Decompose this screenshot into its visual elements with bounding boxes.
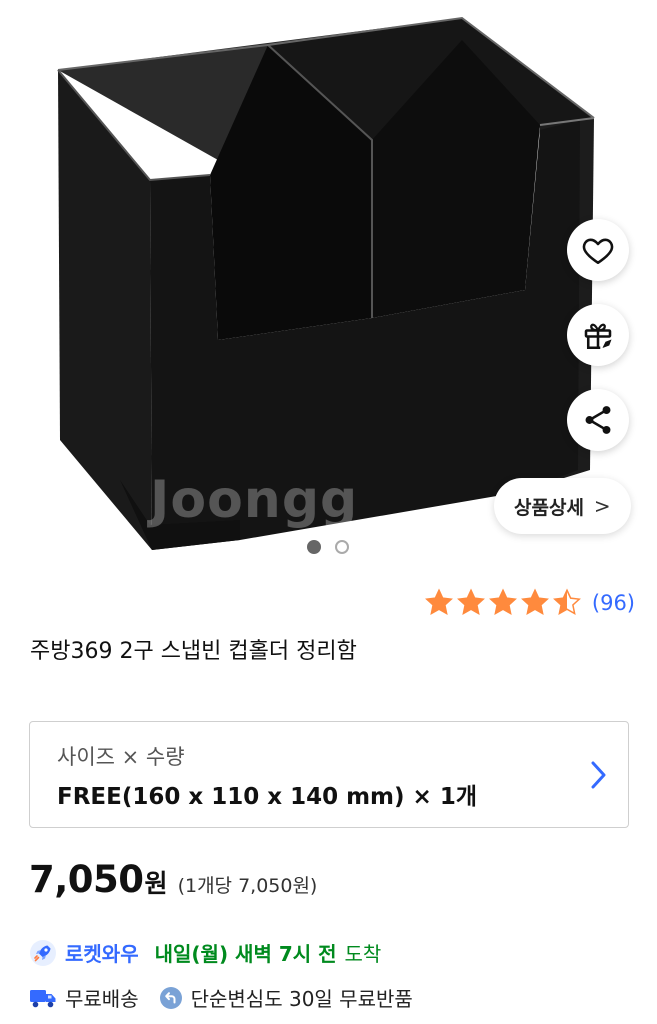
star-icon (456, 588, 485, 615)
star-icon (520, 588, 549, 615)
carousel-dot-2[interactable] (335, 540, 349, 554)
price-currency: 원 (144, 869, 168, 898)
star-icon (424, 588, 453, 615)
unit-price: (1개당 7,050원) (177, 875, 318, 897)
product-rating[interactable]: (96) (424, 588, 635, 618)
chevron-right-icon: > (593, 494, 611, 518)
product-detail-label: 상품상세 (514, 496, 584, 519)
star-icon (488, 588, 517, 615)
return-icon (159, 986, 182, 1009)
carousel-indicator (307, 540, 349, 554)
truck-icon (30, 989, 56, 1007)
gift-rocket-icon (584, 323, 612, 350)
watermark: Joongg (150, 470, 359, 530)
carousel-dot-1[interactable] (307, 540, 321, 554)
free-return: 단순변심도 30일 무료반품 (159, 983, 413, 1012)
review-count-link[interactable]: (96) (592, 591, 635, 615)
product-detail-button[interactable]: 상품상세 > (494, 478, 631, 534)
option-selector[interactable]: 사이즈 × 수량 FREE(160 x 110 x 140 mm) × 1개 (29, 721, 629, 828)
share-button[interactable] (567, 389, 629, 451)
star-icon (552, 588, 581, 615)
chevron-right-icon (591, 761, 606, 789)
product-title: 주방369 2구 스냅빈 컵홀더 정리함 (30, 639, 357, 664)
free-return-label: 단순변심도 30일 무료반품 (190, 987, 413, 1011)
price-amount: 7,050 (29, 858, 144, 901)
delivery-info: 로켓와우 내일(월) 새벽 7시 전 도착 (29, 938, 381, 967)
delivery-arrive-label: 도착 (344, 942, 382, 966)
heart-icon (582, 238, 614, 265)
free-shipping-label: 무료배송 (65, 987, 139, 1011)
product-image-carousel[interactable]: Joongg 상품상세 > (0, 0, 657, 570)
gift-button[interactable] (567, 304, 629, 366)
delivery-eta: 내일(월) 새벽 7시 전 (154, 942, 337, 966)
option-value: FREE(160 x 110 x 140 mm) × 1개 (57, 784, 477, 810)
rocket-wow-badge: 로켓와우 (65, 942, 139, 966)
rocket-icon (30, 939, 56, 966)
free-shipping: 무료배송 (29, 983, 139, 1012)
star-rating (424, 588, 582, 618)
shipping-benefits: 무료배송 단순변심도 30일 무료반품 (29, 983, 433, 1012)
price: 7,050 원 (1개당 7,050원) (29, 858, 317, 901)
share-icon (585, 406, 611, 434)
option-label: 사이즈 × 수량 (57, 745, 185, 769)
wishlist-button[interactable] (567, 219, 629, 281)
